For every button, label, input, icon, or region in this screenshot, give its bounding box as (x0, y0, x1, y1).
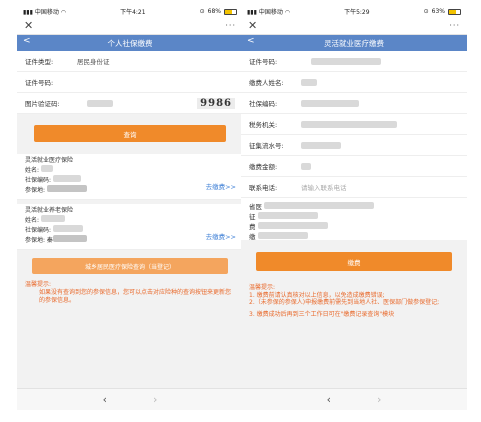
payer-name-value (301, 78, 317, 86)
warm-tip: 温馨提示: 如果没有查询到您的参保信息，您可以点击对应险种的查询按钮来更新您的参… (17, 278, 243, 308)
query-button[interactable]: 查询 (34, 125, 226, 142)
name-label: 姓名: (25, 167, 40, 174)
medical-insurance-title: 灵活就业医疗保险 (25, 157, 74, 164)
battery-percent: 68% (207, 8, 221, 15)
tax-office-label: 税务机关: (249, 121, 278, 129)
place-label: 参保地: (25, 187, 46, 194)
id-number-label: 证件号码: (249, 58, 278, 66)
id-type-row[interactable]: 证件类型: 居民身份证 (17, 51, 243, 72)
pension-pay-link[interactable]: 去缴费>> (206, 233, 236, 241)
coverage-period-block: 省医 征 费 缴 (241, 198, 467, 241)
battery-icon (224, 8, 237, 15)
medical-pay-link[interactable]: 去缴费>> (206, 183, 236, 191)
payment-form: 证件号码: 缴费人姓名: 社保编码: 税务机关: 征集流水号: 缴费金额: 联系… (241, 51, 467, 241)
bottom-nav: ‹ › (241, 388, 467, 410)
id-type-value[interactable]: 居民身份证 (77, 56, 235, 66)
ss-code-label: 社保编码: (25, 177, 52, 184)
id-number-label: 证件号码: (25, 79, 54, 87)
query-form: 证件类型: 居民身份证 证件号码: 图片验证码: 9986 (17, 51, 243, 114)
alarm-icon: ⊙ (423, 8, 429, 15)
ss-code-label: 社保编码: (249, 100, 278, 108)
amount-row: 缴费金额: (241, 156, 467, 177)
serial-number-label: 征集流水号: (249, 142, 284, 150)
back-icon[interactable]: < (247, 36, 255, 46)
more-menu-icon[interactable]: ··· (225, 21, 236, 30)
resident-medical-query-button[interactable]: 城乡居民医疗保险查询（当登记） (32, 258, 228, 274)
phone-row[interactable]: 联系电话: 请输入联系电话 (241, 177, 467, 198)
id-number-row[interactable]: 证件号码: (17, 72, 243, 93)
more-menu-icon[interactable]: ··· (449, 21, 460, 30)
webview-header: ✕ ··· (17, 17, 243, 35)
page-header: < 个人社保缴费 (17, 35, 243, 51)
captcha-row[interactable]: 图片验证码: 9986 (17, 93, 243, 114)
payer-name-row: 缴费人姓名: (241, 72, 467, 93)
status-time: 下午5:29 (344, 9, 370, 16)
tip-title: 温馨提示: (25, 281, 52, 288)
captcha-image[interactable]: 9986 (197, 97, 235, 109)
note-2: 2.（未参保的参保人)申报缴费前需先到当地人社、医保部门做参保登记; (249, 299, 440, 306)
tax-office-value (301, 120, 397, 128)
pension-insurance-title: 灵活就业养老保险 (25, 207, 74, 214)
bottom-nav: ‹ › (17, 388, 243, 410)
serial-number-value (301, 141, 341, 149)
amount-value (301, 162, 311, 170)
page-title: 灵活就业医疗缴费 (324, 38, 384, 48)
status-time: 下午4:21 (120, 9, 146, 16)
webview-header: ✕ ··· (241, 17, 467, 35)
page-title: 个人社保缴费 (107, 38, 153, 48)
name-label: 姓名: (25, 217, 40, 224)
alarm-icon: ⊙ (199, 8, 205, 15)
ss-code-value (301, 99, 359, 107)
signal-icon: ▮▮▮ (23, 9, 33, 16)
serial-number-row: 征集流水号: (241, 135, 467, 156)
notes-title: 温馨提示: (249, 284, 276, 291)
medical-insurance-card: 灵活就业医疗保险 姓名: 社保编码: 参保地: 去缴费>> (17, 154, 243, 200)
wifi-icon: ◠ (284, 9, 291, 16)
back-icon[interactable]: < (23, 36, 31, 46)
right-phone-screen: ▮▮▮ 中国移动 ◠ 下午5:29 ⊙ 63% ✕ ··· < 灵活就业医疗缴费… (241, 6, 467, 410)
signal-icon: ▮▮▮ (247, 9, 257, 16)
tax-office-row: 税务机关: (241, 114, 467, 135)
pension-insurance-card: 灵活就业养老保险 姓名: 社保编码: 参保地: 秦 去缴费>> (17, 204, 243, 250)
id-type-label: 证件类型: (25, 58, 54, 66)
close-icon[interactable]: ✕ (24, 19, 33, 32)
pay-button[interactable]: 缴费 (256, 252, 452, 271)
payer-name-label: 缴费人姓名: (249, 79, 284, 87)
wifi-icon: ◠ (60, 9, 67, 16)
phone-label: 联系电话: (249, 184, 278, 192)
place-label: 参保地: 秦 (25, 237, 53, 244)
carrier: ▮▮▮ 中国移动 ◠ (247, 9, 291, 16)
page-header: < 灵活就业医疗缴费 (241, 35, 467, 51)
nav-back-icon[interactable]: ‹ (327, 393, 331, 406)
status-bar: ▮▮▮ 中国移动 ◠ 下午5:29 ⊙ 63% (241, 6, 467, 17)
ss-code-row: 社保编码: (241, 93, 467, 114)
close-icon[interactable]: ✕ (248, 19, 257, 32)
ss-code-label: 社保编码: (25, 227, 52, 234)
captcha-input[interactable] (87, 99, 113, 107)
payment-notes: 温馨提示: 1. 缴费前请认真核对以上信息，以免造成缴费错误; 2.（未参保的参… (241, 281, 467, 321)
amount-label: 缴费金额: (249, 163, 278, 171)
battery-icon (448, 8, 461, 15)
nav-forward-icon[interactable]: › (153, 393, 157, 406)
nav-forward-icon[interactable]: › (377, 393, 381, 406)
note-3: 3. 缴费成功后再到三个工作日可在"缴费记录查询"模块 (249, 310, 395, 318)
id-number-row: 证件号码: (241, 51, 467, 72)
id-number-value (311, 57, 381, 65)
note-1: 1. 缴费前请认真核对以上信息，以免造成缴费错误; (249, 291, 385, 299)
phone-input[interactable]: 请输入联系电话 (301, 182, 347, 192)
captcha-label: 图片验证码: (25, 100, 60, 108)
left-phone-screen: ▮▮▮ 中国移动 ◠ 下午4:21 ⊙ 68% ✕ ··· < 个人社保缴费 证… (17, 6, 243, 410)
tip-body: 如果没有查询到您的参保信息，您可以点击对应险种的查询按钮来更新您的参保信息。 (39, 289, 232, 304)
status-bar: ▮▮▮ 中国移动 ◠ 下午4:21 ⊙ 68% (17, 6, 243, 17)
nav-back-icon[interactable]: ‹ (103, 393, 107, 406)
carrier: ▮▮▮ 中国移动 ◠ (23, 9, 67, 16)
battery-percent: 63% (431, 8, 445, 15)
